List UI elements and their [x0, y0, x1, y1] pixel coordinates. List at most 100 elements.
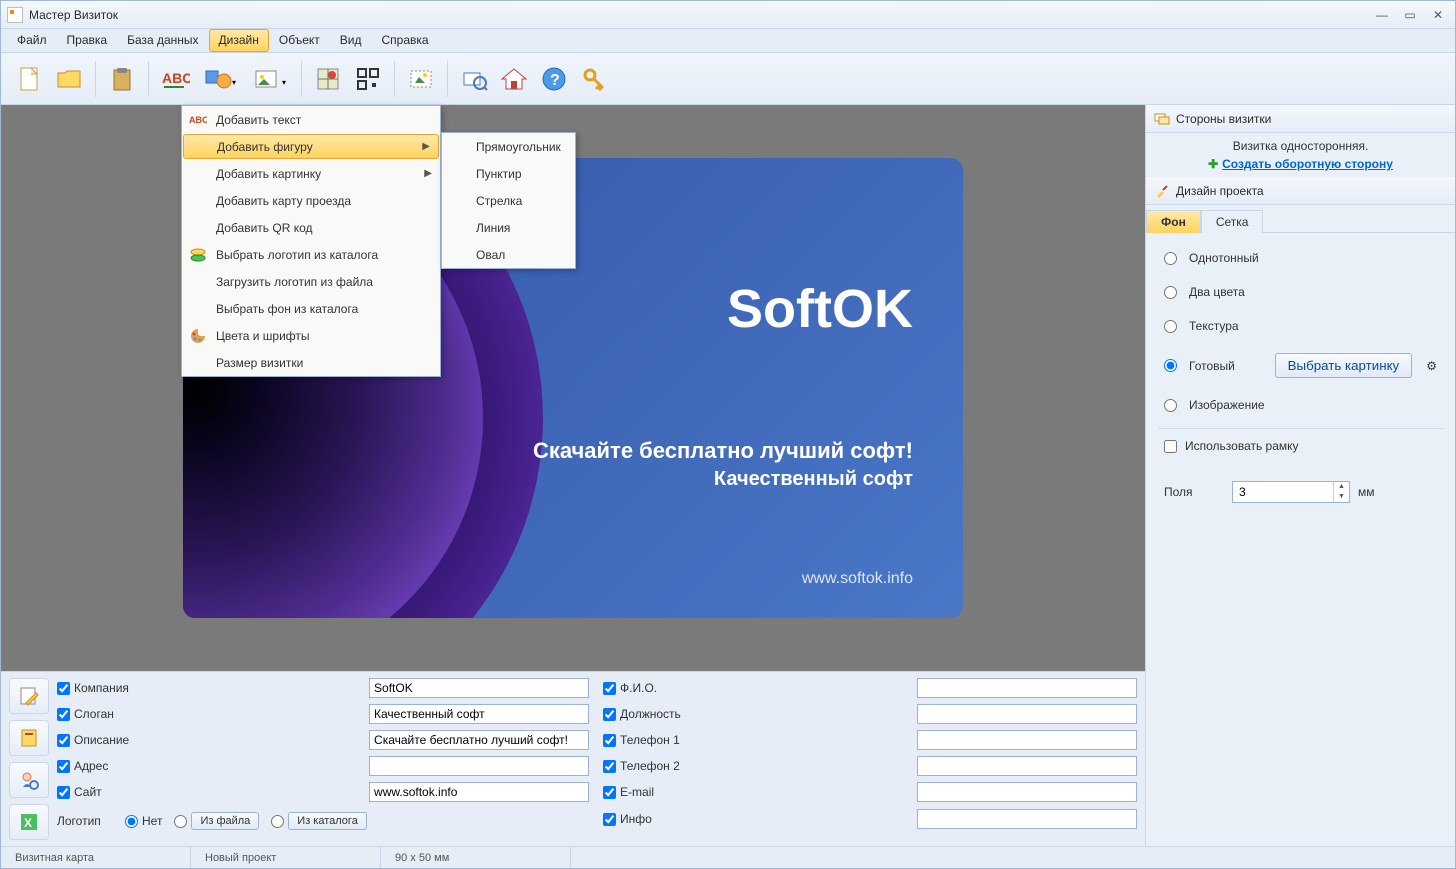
design-panel-header: Дизайн проекта [1146, 177, 1455, 205]
phone2-checkbox[interactable]: Телефон 2 [603, 759, 903, 773]
menu-edit[interactable]: Правка [57, 29, 118, 52]
margins-input[interactable] [1233, 483, 1333, 501]
menu-design[interactable]: Дизайн [209, 29, 269, 52]
desc-input[interactable] [369, 730, 589, 750]
status-type: Визитная карта [1, 847, 191, 868]
help-icon[interactable]: ? [534, 59, 574, 99]
select-image-button[interactable]: Выбрать картинку [1275, 353, 1413, 378]
menu-database[interactable]: База данных [117, 29, 208, 52]
slogan-checkbox[interactable]: Слоган [57, 707, 355, 721]
margins-unit: мм [1358, 485, 1375, 499]
map-icon[interactable] [308, 59, 348, 99]
menu-logo-catalog[interactable]: Выбрать логотип из каталога [182, 241, 440, 268]
fio-checkbox[interactable]: Ф.И.О. [603, 681, 903, 695]
company-input[interactable] [369, 678, 589, 698]
side-info-text: Визитка односторонняя. [1146, 139, 1455, 153]
keys-icon[interactable] [574, 59, 614, 99]
preview-icon[interactable] [454, 59, 494, 99]
phone1-checkbox[interactable]: Телефон 1 [603, 733, 903, 747]
create-back-link[interactable]: Создать оборотную сторону [1222, 157, 1393, 171]
card-desc-text: Скачайте бесплатно лучший софт! [533, 438, 913, 464]
position-checkbox[interactable]: Должность [603, 707, 903, 721]
svg-text:ABC: ABC [162, 70, 190, 86]
gear-icon[interactable]: ⚙ [1426, 359, 1437, 373]
submenu-rectangle[interactable]: Прямоугольник [442, 133, 575, 160]
qr-icon[interactable] [348, 59, 388, 99]
maximize-button[interactable]: ▭ [1399, 7, 1421, 23]
email-input[interactable] [917, 782, 1137, 802]
address-checkbox[interactable]: Адрес [57, 759, 355, 773]
toolbar: ABC ▾ ▾ ? [1, 53, 1455, 105]
desc-checkbox[interactable]: Описание [57, 733, 355, 747]
home-icon[interactable] [494, 59, 534, 99]
menu-add-map[interactable]: Добавить карту проезда [182, 187, 440, 214]
logo-file-radio[interactable] [174, 815, 187, 828]
shape-icon[interactable]: ▾ [195, 59, 245, 99]
edit-icon[interactable] [9, 678, 49, 714]
menu-card-size[interactable]: Размер визитки [182, 349, 440, 376]
open-folder-icon[interactable] [49, 59, 89, 99]
site-checkbox[interactable]: Сайт [57, 785, 355, 799]
menu-add-text[interactable]: ABCДобавить текст [182, 106, 440, 133]
menu-add-qr[interactable]: Добавить QR код [182, 214, 440, 241]
use-frame-checkbox[interactable] [1164, 440, 1177, 453]
logo-none-radio[interactable] [125, 815, 138, 828]
minimize-button[interactable]: — [1371, 7, 1393, 23]
info-input[interactable] [917, 809, 1137, 829]
submenu-oval[interactable]: Овал [442, 241, 575, 268]
submenu-arrow[interactable]: Стрелка [442, 187, 575, 214]
text-icon: ABC [188, 110, 208, 130]
info-checkbox[interactable]: Инфо [603, 812, 903, 826]
spin-up-icon[interactable]: ▲ [1333, 482, 1349, 492]
position-input[interactable] [917, 704, 1137, 724]
bg-texture-radio[interactable] [1164, 320, 1177, 333]
right-panel: Стороны визитки Визитка односторонняя. ✚… [1145, 105, 1455, 846]
paste-icon[interactable] [102, 59, 142, 99]
title-bar: Мастер Визиток — ▭ ✕ [1, 1, 1455, 29]
bg-single-radio[interactable] [1164, 252, 1177, 265]
menu-bg-catalog[interactable]: Выбрать фон из каталога [182, 295, 440, 322]
bg-ready-radio[interactable] [1164, 359, 1177, 372]
text-icon[interactable]: ABC [155, 59, 195, 99]
submenu-arrow-icon: ▶ [424, 168, 432, 179]
company-checkbox[interactable]: Компания [57, 681, 355, 695]
menu-file[interactable]: Файл [7, 29, 57, 52]
menu-add-picture[interactable]: Добавить картинку▶ [182, 160, 440, 187]
spin-down-icon[interactable]: ▼ [1333, 492, 1349, 502]
submenu-line[interactable]: Линия [442, 214, 575, 241]
site-input[interactable] [369, 782, 589, 802]
logo-file-button[interactable]: Из файла [191, 812, 259, 830]
phone2-input[interactable] [917, 756, 1137, 776]
new-file-icon[interactable] [9, 59, 49, 99]
menu-logo-file[interactable]: Загрузить логотип из файла [182, 268, 440, 295]
card-slogan-text: Качественный софт [714, 468, 913, 491]
tab-background[interactable]: Фон [1146, 210, 1201, 233]
menu-help[interactable]: Справка [371, 29, 438, 52]
svg-text:▾: ▾ [232, 78, 236, 87]
select-image-icon[interactable] [401, 59, 441, 99]
status-project: Новый проект [191, 847, 381, 868]
menu-view[interactable]: Вид [330, 29, 372, 52]
logo-catalog-radio[interactable] [271, 815, 284, 828]
slogan-input[interactable] [369, 704, 589, 724]
fields-panel: X Компания Ф.И.О. Слоган Должность Описа… [1, 671, 1145, 846]
contacts-icon[interactable] [9, 720, 49, 756]
address-input[interactable] [369, 756, 589, 776]
phone1-input[interactable] [917, 730, 1137, 750]
close-button[interactable]: ✕ [1427, 7, 1449, 23]
menu-add-shape[interactable]: Добавить фигуру▶ [183, 134, 439, 159]
email-checkbox[interactable]: E-mail [603, 785, 903, 799]
menu-colors-fonts[interactable]: Цвета и шрифты [182, 322, 440, 349]
logo-catalog-button[interactable]: Из каталога [288, 812, 367, 830]
tab-grid[interactable]: Сетка [1201, 210, 1264, 233]
image-icon[interactable]: ▾ [245, 59, 295, 99]
bg-two-radio[interactable] [1164, 286, 1177, 299]
menu-object[interactable]: Объект [269, 29, 330, 52]
status-size: 90 x 50 мм [381, 847, 571, 868]
submenu-dashed[interactable]: Пунктир [442, 160, 575, 187]
search-contact-icon[interactable] [9, 762, 49, 798]
margins-spinner[interactable]: ▲▼ [1232, 481, 1350, 503]
fio-input[interactable] [917, 678, 1137, 698]
excel-export-icon[interactable]: X [9, 804, 49, 840]
bg-image-radio[interactable] [1164, 399, 1177, 412]
